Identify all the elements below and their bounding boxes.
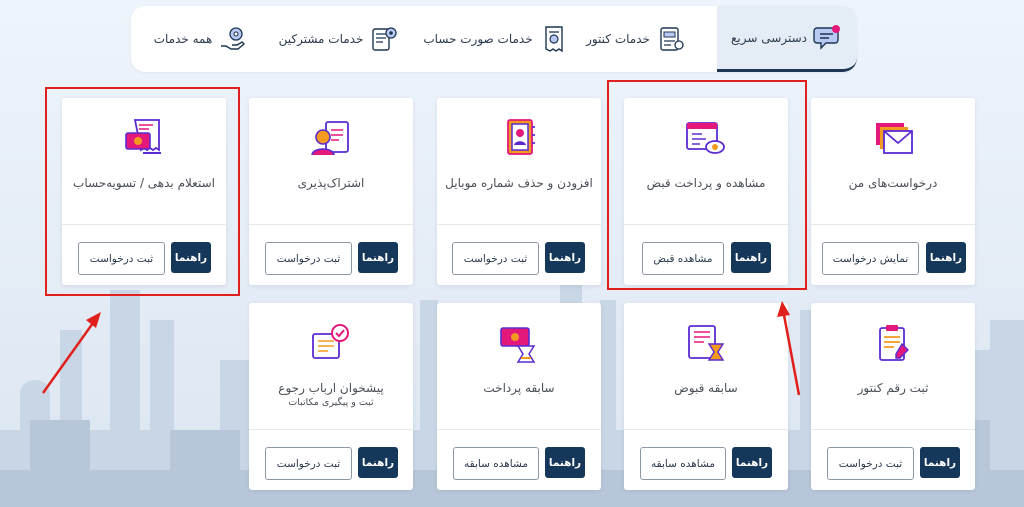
arrow-to-debt-inquiry (41, 312, 101, 394)
arrow-to-view-bill (777, 301, 801, 396)
annotation-arrows (41, 301, 801, 396)
